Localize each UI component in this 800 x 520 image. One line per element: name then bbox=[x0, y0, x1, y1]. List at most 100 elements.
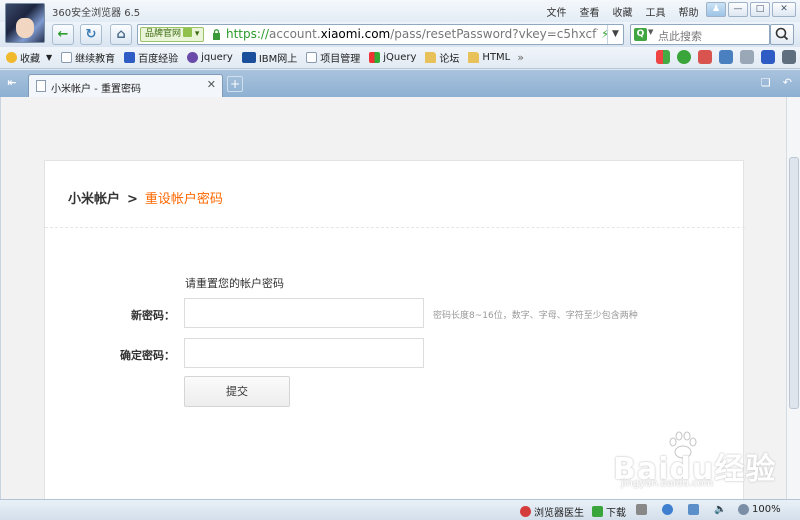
bookmarks-bar: 收藏 ▼ 继续教育 百度经验 jquery IBM网上 项目管理 jQuery 论… bbox=[0, 47, 800, 69]
refresh-button[interactable]: ↻ bbox=[80, 24, 102, 45]
circle-icon bbox=[187, 52, 199, 63]
bookmark-item[interactable]: 继续教育 bbox=[61, 50, 115, 65]
bookmark-item[interactable]: jquery bbox=[187, 52, 233, 63]
tab-active[interactable]: 小米帐户 - 重置密码 ✕ bbox=[28, 74, 223, 97]
bookmark-item[interactable]: 百度经验 bbox=[124, 50, 178, 65]
app-title: 360安全浏览器 6.5 bbox=[52, 8, 141, 19]
back-arrow-icon: ← bbox=[57, 27, 69, 42]
bookmark-favorites[interactable]: 收藏 ▼ bbox=[6, 50, 52, 65]
search-engine-icon[interactable]: Q bbox=[634, 28, 647, 41]
monitor-icon bbox=[688, 504, 699, 515]
browser-doctor[interactable]: 浏览器医生 bbox=[520, 504, 584, 519]
confirm-password-field[interactable] bbox=[184, 338, 424, 368]
search-engine-dropdown-icon[interactable]: ▼ bbox=[648, 28, 653, 36]
tab-title: 小米帐户 - 重置密码 bbox=[51, 84, 141, 95]
apps-icon[interactable] bbox=[656, 50, 670, 64]
bookmark-folder[interactable]: HTML bbox=[468, 52, 510, 63]
bookmark-item[interactable]: IBM网上 bbox=[241, 50, 297, 65]
password-hint: 密码长度8~16位，数字、字母、字符至少包含两种 bbox=[433, 311, 638, 321]
url-text[interactable]: https://account.xiaomi.com/pass/resetPas… bbox=[226, 27, 598, 41]
home-button[interactable]: ⌂ bbox=[110, 24, 132, 45]
settings-icon[interactable] bbox=[740, 50, 754, 64]
undo-close-icon[interactable]: ↶ bbox=[783, 76, 792, 89]
menu-icon[interactable] bbox=[782, 50, 796, 64]
menu-file[interactable]: 文件 bbox=[540, 4, 573, 19]
status-monitor[interactable] bbox=[688, 504, 702, 515]
ie-icon bbox=[662, 504, 673, 515]
page-icon bbox=[61, 52, 73, 63]
tab-strip: ⇤ 小米帐户 - 重置密码 ✕ + ❏ ↶ bbox=[0, 70, 800, 97]
form-prompt: 请重置您的帐户密码 bbox=[185, 277, 284, 290]
badge-dropdown-icon: ▾ bbox=[194, 29, 200, 39]
bookmark-item[interactable]: 项目管理 bbox=[306, 50, 360, 65]
speaker-icon: 🔈 bbox=[714, 504, 727, 515]
status-bar: 浏览器医生 下载 🔈 100% bbox=[0, 499, 800, 520]
ibm-icon bbox=[241, 52, 256, 63]
folder-icon bbox=[468, 52, 480, 63]
menu-help[interactable]: 帮助 bbox=[672, 4, 705, 19]
page-icon bbox=[36, 80, 46, 92]
download-icon bbox=[592, 506, 603, 517]
breadcrumb-root[interactable]: 小米帐户 bbox=[68, 192, 120, 207]
search-box[interactable]: Q ▼ 点此搜索 bbox=[630, 24, 770, 45]
zoom-icon bbox=[738, 504, 749, 515]
scrollbar-thumb[interactable] bbox=[789, 157, 799, 409]
multi-icon bbox=[369, 52, 381, 63]
lock-icon bbox=[213, 29, 220, 40]
mail-icon[interactable] bbox=[698, 50, 712, 64]
page-icon bbox=[306, 52, 318, 63]
submit-button[interactable]: 提交 bbox=[184, 376, 290, 407]
address-dropdown-icon[interactable]: ▼ bbox=[607, 25, 623, 44]
bookmark-item[interactable]: jQuery bbox=[369, 52, 416, 63]
shield-icon bbox=[183, 28, 193, 37]
flag-icon bbox=[636, 504, 647, 515]
menu-bar: 文件 查看 收藏 工具 帮助 bbox=[540, 4, 705, 19]
maximize-button[interactable]: □ bbox=[750, 2, 770, 17]
skin-button[interactable]: ♟ bbox=[706, 2, 726, 17]
breadcrumb-separator: > bbox=[127, 192, 138, 207]
reset-password-card: 小米帐户 > 重设帐户密码 请重置您的帐户密码 新密码： 密码长度8~16位，数字、… bbox=[44, 160, 745, 499]
star-icon bbox=[6, 52, 17, 63]
confirm-password-label: 确定密码： bbox=[120, 349, 175, 362]
sidebar-toggle-icon[interactable]: ⇤ bbox=[3, 75, 21, 91]
menu-view[interactable]: 查看 bbox=[573, 4, 606, 19]
back-button[interactable]: ← bbox=[52, 24, 74, 45]
address-bar[interactable]: 品牌官网 ▾ https://account.xiaomi.com/pass/r… bbox=[137, 24, 624, 45]
new-tab-button[interactable]: + bbox=[227, 76, 243, 92]
breadcrumb-current: 重设帐户密码 bbox=[144, 192, 223, 207]
user-avatar[interactable] bbox=[5, 3, 45, 43]
bookmark-folder[interactable]: 论坛 bbox=[425, 50, 459, 65]
title-bar: 360安全浏览器 6.5 文件 查看 收藏 工具 帮助 ♟ — □ ✕ bbox=[0, 0, 800, 43]
menu-favorites[interactable]: 收藏 bbox=[606, 4, 639, 19]
toolbar-extensions bbox=[656, 50, 796, 64]
status-flag[interactable] bbox=[636, 504, 650, 515]
close-tab-icon[interactable]: ✕ bbox=[207, 78, 216, 91]
search-input[interactable]: 点此搜索 bbox=[658, 28, 702, 44]
home-icon: ⌂ bbox=[116, 27, 126, 42]
divider bbox=[45, 227, 745, 228]
vertical-scrollbar[interactable] bbox=[786, 97, 800, 499]
security-icon[interactable] bbox=[677, 50, 691, 64]
folder-icon bbox=[425, 52, 437, 63]
status-ie[interactable] bbox=[662, 504, 676, 515]
more-bookmarks-icon[interactable]: » bbox=[517, 51, 524, 64]
close-window-button[interactable]: ✕ bbox=[772, 2, 796, 17]
tools-icon[interactable] bbox=[761, 50, 775, 64]
favorites-dropdown-icon[interactable]: ▼ bbox=[46, 53, 52, 62]
zoom-control[interactable]: 100% bbox=[738, 504, 781, 515]
screenshot-icon[interactable] bbox=[719, 50, 733, 64]
page-content: 小米帐户 > 重设帐户密码 请重置您的帐户密码 新密码： 密码长度8~16位，数字、… bbox=[0, 97, 786, 499]
new-password-field[interactable] bbox=[184, 298, 424, 328]
new-password-label: 新密码： bbox=[131, 309, 175, 322]
minimize-button[interactable]: — bbox=[728, 2, 748, 17]
download-button[interactable]: 下载 bbox=[592, 504, 626, 519]
search-button[interactable] bbox=[770, 24, 794, 45]
official-site-badge[interactable]: 品牌官网 ▾ bbox=[140, 27, 205, 42]
breadcrumb: 小米帐户 > 重设帐户密码 bbox=[68, 188, 223, 207]
window-controls: ♟ — □ ✕ bbox=[706, 2, 796, 17]
volume-button[interactable]: 🔈 bbox=[714, 504, 726, 515]
navigation-bar: ← ↻ ⌂ 品牌官网 ▾ https://account.xiaomi.com/… bbox=[0, 22, 800, 47]
refresh-icon: ↻ bbox=[85, 27, 97, 42]
restore-tabs-icon[interactable]: ❏ bbox=[761, 76, 771, 89]
menu-tools[interactable]: 工具 bbox=[639, 4, 672, 19]
